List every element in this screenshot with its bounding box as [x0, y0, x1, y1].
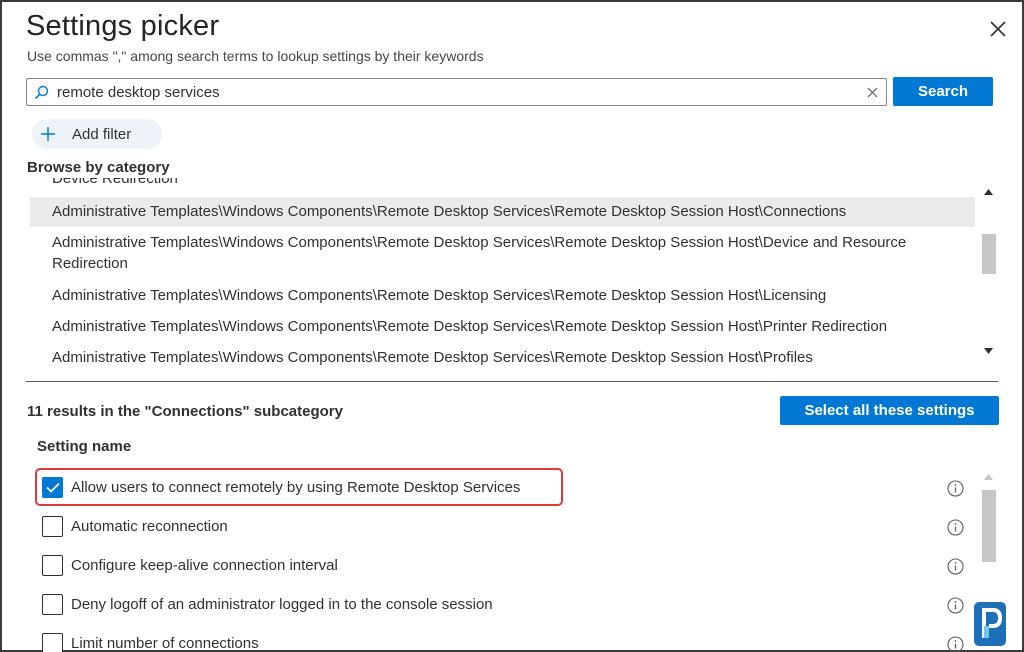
setting-checkbox[interactable]: [42, 594, 63, 615]
category-item-partial[interactable]: Device Redirection: [30, 178, 975, 189]
setting-row-deny-admin-logoff[interactable]: Deny logoff of an administrator logged i…: [36, 590, 976, 620]
setting-name-column-header: Setting name: [37, 438, 132, 455]
setting-name: Allow users to connect remotely by using…: [71, 479, 521, 496]
scrollbar-thumb[interactable]: [982, 234, 996, 274]
setting-row-limit-connections[interactable]: Limit number of connections: [36, 629, 976, 652]
scrollbar-thumb[interactable]: [982, 490, 996, 562]
scroll-up-arrow-icon[interactable]: [984, 189, 993, 195]
setting-row-allow-remote-connect[interactable]: Allow users to connect remotely by using…: [36, 473, 976, 503]
scroll-up-arrow-icon[interactable]: [984, 474, 993, 480]
checkmark-icon: [46, 482, 60, 493]
category-item-licensing[interactable]: Administrative Templates\Windows Compone…: [30, 285, 975, 306]
watermark-logo: [974, 602, 1006, 646]
setting-row-keep-alive-interval[interactable]: Configure keep-alive connection interval: [36, 551, 976, 581]
select-all-button[interactable]: Select all these settings: [780, 396, 999, 425]
page-title: Settings picker: [26, 10, 220, 42]
info-icon[interactable]: [947, 519, 964, 536]
add-filter-button[interactable]: Add filter: [32, 119, 162, 149]
info-icon[interactable]: [947, 636, 964, 652]
category-item-device-resource-redirection[interactable]: Administrative Templates\Windows Compone…: [30, 232, 975, 276]
setting-name: Configure keep-alive connection interval: [71, 557, 338, 574]
browse-heading: Browse by category: [27, 159, 170, 176]
add-filter-label: Add filter: [72, 125, 132, 143]
search-field[interactable]: [26, 78, 887, 106]
page-subtitle: Use commas "," among search terms to loo…: [27, 48, 484, 64]
setting-name: Automatic reconnection: [71, 518, 228, 535]
category-item-profiles[interactable]: Administrative Templates\Windows Compone…: [30, 347, 975, 368]
setting-checkbox[interactable]: [42, 477, 63, 498]
info-icon[interactable]: [947, 480, 964, 497]
search-icon: [34, 85, 49, 100]
setting-name: Limit number of connections: [71, 635, 259, 652]
category-item-connections[interactable]: Administrative Templates\Windows Compone…: [30, 197, 975, 227]
category-item-printer-redirection[interactable]: Administrative Templates\Windows Compone…: [30, 316, 975, 337]
setting-checkbox[interactable]: [42, 633, 63, 652]
setting-name: Deny logoff of an administrator logged i…: [71, 596, 493, 613]
plus-icon: [41, 127, 55, 141]
setting-row-automatic-reconnection[interactable]: Automatic reconnection: [36, 512, 976, 542]
search-input[interactable]: [57, 82, 857, 102]
info-icon[interactable]: [947, 558, 964, 575]
category-scrollbar[interactable]: [980, 182, 997, 364]
results-summary: 11 results in the "Connections" subcateg…: [27, 403, 343, 420]
category-list: Device Redirection Administrative Templa…: [26, 178, 976, 368]
setting-checkbox[interactable]: [42, 555, 63, 576]
scroll-down-arrow-icon[interactable]: [984, 348, 993, 354]
close-icon: [990, 21, 1006, 37]
info-icon[interactable]: [947, 597, 964, 614]
search-button[interactable]: Search: [893, 77, 993, 106]
setting-checkbox[interactable]: [42, 516, 63, 537]
clear-icon[interactable]: [866, 86, 879, 99]
close-button[interactable]: [986, 17, 1010, 41]
section-divider: [26, 381, 998, 382]
